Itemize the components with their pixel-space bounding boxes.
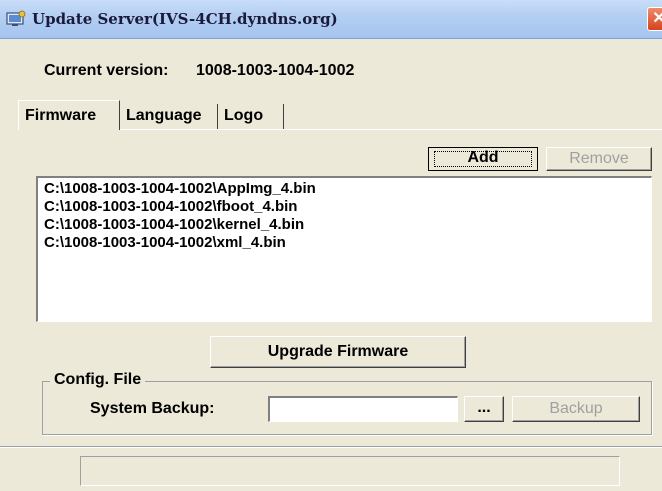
update-server-app-icon (6, 10, 26, 26)
tab-firmware[interactable]: Firmware (18, 100, 120, 130)
current-version-value: 1008-1003-1004-1002 (196, 62, 355, 79)
add-button[interactable]: Add (428, 147, 538, 171)
backup-button[interactable]: Backup (512, 396, 640, 422)
upgrade-firmware-button[interactable]: Upgrade Firmware (210, 336, 466, 368)
browse-button[interactable]: ... (464, 396, 504, 422)
focus-rectangle (434, 151, 532, 167)
firmware-file-list[interactable]: C:\1008-1003-1004-1002\AppImg_4.bin C:\1… (36, 176, 652, 322)
window-titlebar[interactable]: Update Server(IVS-4CH.dyndns.org) ✕ (0, 0, 662, 39)
system-backup-path-input[interactable] (268, 396, 458, 422)
close-icon[interactable]: ✕ (647, 7, 662, 31)
remove-button[interactable]: Remove (546, 147, 652, 171)
status-panel (80, 456, 620, 486)
config-file-group-label: Config. File (50, 371, 146, 389)
separator (0, 446, 662, 448)
list-item[interactable]: C:\1008-1003-1004-1002\kernel_4.bin (44, 216, 645, 234)
list-item[interactable]: C:\1008-1003-1004-1002\xml_4.bin (44, 234, 645, 252)
list-item[interactable]: C:\1008-1003-1004-1002\AppImg_4.bin (44, 180, 645, 198)
list-item[interactable]: C:\1008-1003-1004-1002\fboot_4.bin (44, 198, 645, 216)
current-version-label: Current version: (44, 62, 169, 79)
tab-logo[interactable]: Logo (218, 104, 284, 130)
window-title: Update Server(IVS-4CH.dyndns.org) (32, 10, 338, 28)
tab-language[interactable]: Language (120, 104, 218, 130)
system-backup-label: System Backup: (90, 400, 215, 417)
